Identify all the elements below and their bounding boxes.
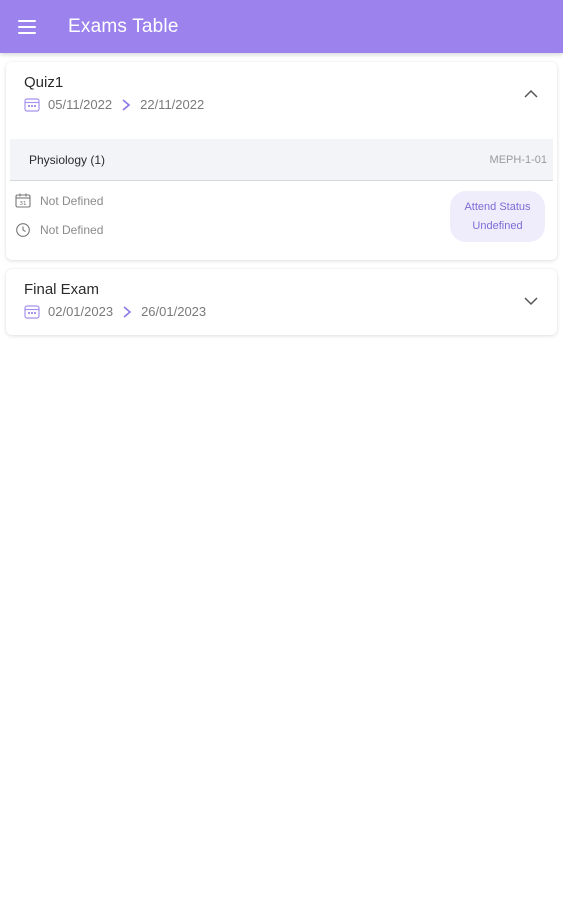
subject-date-row: 31 Not Defined [15, 193, 103, 208]
subject-code: MEPH-1-01 [489, 153, 547, 166]
exam-header-quiz1[interactable]: Quiz1 05/11/2022 22/11/2022 [6, 62, 557, 132]
exam-title: Quiz1 [24, 74, 64, 91]
svg-text:31: 31 [20, 201, 27, 207]
exam-title: Final Exam [24, 281, 100, 298]
exam-start-date: 05/11/2022 [48, 97, 113, 112]
attend-status-value: Undefined [472, 219, 523, 232]
subject-time: Not Defined [40, 223, 104, 237]
menu-button[interactable] [0, 0, 54, 53]
subject-time-row: Not Defined [15, 222, 103, 238]
exam-card-final: Final Exam 02/01/2023 26/01/2023 [6, 269, 557, 335]
attend-status-label: Attend Status [464, 200, 531, 213]
subject-header: Physiology (1) MEPH-1-01 [10, 139, 553, 181]
exam-start-date: 02/01/2023 [48, 304, 114, 319]
exam-date-range: 05/11/2022 22/11/2022 [24, 97, 539, 112]
exam-header-final[interactable]: Final Exam 02/01/2023 26/01/2023 [6, 269, 557, 339]
app-bar: Exams Table [0, 0, 563, 53]
subject-name: Physiology (1) [29, 152, 106, 167]
attend-status-badge: Attend Status Undefined [450, 191, 545, 242]
subject-date: Not Defined [40, 193, 104, 208]
clock-icon [16, 223, 30, 237]
exam-card-quiz1: Quiz1 05/11/2022 22/11/2022 Physiology (… [6, 62, 557, 260]
chevron-right-icon [123, 305, 132, 318]
menu-icon [18, 19, 36, 34]
chevron-right-icon [122, 98, 131, 111]
page-title: Exams Table [68, 15, 179, 37]
exam-date-range: 02/01/2023 26/01/2023 [24, 304, 539, 319]
exam-end-date: 22/11/2022 [140, 97, 205, 112]
exam-end-date: 26/01/2023 [141, 304, 207, 319]
chevron-down-icon[interactable] [523, 293, 539, 309]
calendar-31-icon: 31 [15, 193, 31, 208]
calendar-icon [24, 305, 40, 319]
calendar-icon [24, 98, 40, 112]
chevron-up-icon[interactable] [523, 86, 539, 102]
